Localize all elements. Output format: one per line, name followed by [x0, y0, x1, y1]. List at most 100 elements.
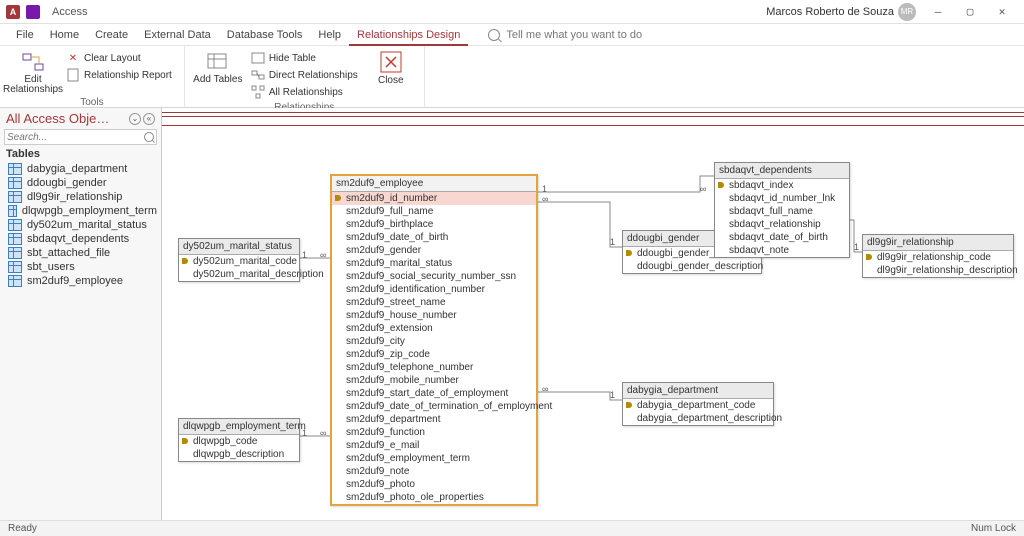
- field-pk[interactable]: dl9g9ir_relationship_code: [863, 251, 1013, 264]
- field[interactable]: sbdaqvt_note: [715, 244, 849, 257]
- menu-home[interactable]: Home: [42, 24, 87, 46]
- table-icon: [8, 261, 22, 273]
- add-tables-button[interactable]: Add Tables: [191, 48, 245, 87]
- field[interactable]: sm2duf9_date_of_birth: [332, 231, 536, 244]
- field[interactable]: dl9g9ir_relationship_description: [863, 264, 1013, 277]
- all-relationships-button[interactable]: All Relationships: [249, 84, 360, 100]
- nav-table-item[interactable]: dl9g9ir_relationship: [0, 190, 161, 204]
- menu-database-tools[interactable]: Database Tools: [219, 24, 311, 46]
- field-pk[interactable]: sbdaqvt_index: [715, 179, 849, 192]
- table-dependents[interactable]: sbdaqvt_dependents sbdaqvt_index sbdaqvt…: [714, 162, 850, 258]
- table-icon: [8, 233, 22, 245]
- field[interactable]: sm2duf9_full_name: [332, 205, 536, 218]
- nav-table-item[interactable]: dy502um_marital_status: [0, 218, 161, 232]
- menu-file[interactable]: File: [8, 24, 42, 46]
- nav-search-icon: [144, 132, 154, 142]
- table-icon: [8, 275, 22, 287]
- field[interactable]: sm2duf9_gender: [332, 244, 536, 257]
- field[interactable]: sm2duf9_start_date_of_employment: [332, 387, 536, 400]
- nav-collapse-icon[interactable]: «: [143, 113, 155, 125]
- table-title[interactable]: dabygia_department: [623, 383, 773, 399]
- field[interactable]: ddougbi_gender_description: [623, 260, 761, 273]
- nav-header[interactable]: All Access Obje… ⌄ «: [0, 108, 161, 128]
- field[interactable]: sbdaqvt_full_name: [715, 205, 849, 218]
- field[interactable]: dy502um_marital_description: [179, 268, 299, 281]
- tell-me-search[interactable]: Tell me what you want to do: [488, 29, 642, 41]
- relationships-canvas[interactable]: 1 ∞ 1 ∞ 1 ∞ ∞ 1 ∞ 1 ∞ 1 dy502um_marital_…: [162, 108, 1024, 520]
- field[interactable]: sm2duf9_marital_status: [332, 257, 536, 270]
- field-pk[interactable]: sm2duf9_id_number: [332, 192, 536, 205]
- field[interactable]: sm2duf9_note: [332, 465, 536, 478]
- rel-cardinality: ∞: [542, 194, 548, 204]
- statusbar: Ready Num Lock: [0, 520, 1024, 536]
- user-name[interactable]: Marcos Roberto de Souza: [766, 6, 894, 18]
- field[interactable]: sbdaqvt_relationship: [715, 218, 849, 231]
- table-title[interactable]: dy502um_marital_status: [179, 239, 299, 255]
- nav-table-item[interactable]: dlqwpgb_employment_term: [0, 204, 161, 218]
- field[interactable]: sm2duf9_employment_term: [332, 452, 536, 465]
- field[interactable]: sm2duf9_telephone_number: [332, 361, 536, 374]
- hide-table-button[interactable]: Hide Table: [249, 50, 360, 66]
- nav-title: All Access Obje…: [6, 111, 129, 126]
- field[interactable]: sbdaqvt_id_number_lnk: [715, 192, 849, 205]
- edit-relationships-label: Edit Relationships: [3, 75, 63, 95]
- field[interactable]: dlqwpgb_description: [179, 448, 299, 461]
- rel-cardinality: 1: [542, 184, 547, 194]
- nav-table-item[interactable]: sbdaqvt_dependents: [0, 232, 161, 246]
- field[interactable]: sm2duf9_zip_code: [332, 348, 536, 361]
- field-pk[interactable]: dlqwpgb_code: [179, 435, 299, 448]
- maximize-button[interactable]: ▢: [954, 0, 986, 24]
- clear-layout-button[interactable]: ✕Clear Layout: [64, 50, 174, 66]
- table-employee[interactable]: sm2duf9_employee sm2duf9_id_number sm2du…: [330, 174, 538, 506]
- table-title[interactable]: sm2duf9_employee: [332, 176, 536, 192]
- field-pk[interactable]: dy502um_marital_code: [179, 255, 299, 268]
- field[interactable]: sm2duf9_mobile_number: [332, 374, 536, 387]
- table-employment-term[interactable]: dlqwpgb_employment_term dlqwpgb_code dlq…: [178, 418, 300, 462]
- save-icon[interactable]: [26, 5, 40, 19]
- field[interactable]: sm2duf9_street_name: [332, 296, 536, 309]
- table-icon: [8, 205, 17, 217]
- field[interactable]: sm2duf9_photo_ole_properties: [332, 491, 536, 504]
- field[interactable]: sm2duf9_department: [332, 413, 536, 426]
- field[interactable]: sm2duf9_social_security_number_ssn: [332, 270, 536, 283]
- table-marital-status[interactable]: dy502um_marital_status dy502um_marital_c…: [178, 238, 300, 282]
- field[interactable]: sm2duf9_photo: [332, 478, 536, 491]
- field[interactable]: sm2duf9_city: [332, 335, 536, 348]
- field[interactable]: sbdaqvt_date_of_birth: [715, 231, 849, 244]
- minimize-button[interactable]: —: [922, 0, 954, 24]
- direct-relationships-button[interactable]: Direct Relationships: [249, 67, 360, 83]
- nav-section-tables[interactable]: Tables: [0, 146, 161, 162]
- menu-external-data[interactable]: External Data: [136, 24, 219, 46]
- relationship-report-button[interactable]: Relationship Report: [64, 67, 174, 83]
- table-department[interactable]: dabygia_department dabygia_department_co…: [622, 382, 774, 426]
- field[interactable]: sm2duf9_e_mail: [332, 439, 536, 452]
- field[interactable]: dabygia_department_description: [623, 412, 773, 425]
- menu-relationships-design[interactable]: Relationships Design: [349, 24, 468, 46]
- table-title[interactable]: dl9g9ir_relationship: [863, 235, 1013, 251]
- table-relationship[interactable]: dl9g9ir_relationship dl9g9ir_relationshi…: [862, 234, 1014, 278]
- nav-table-item[interactable]: sm2duf9_employee: [0, 274, 161, 288]
- table-title[interactable]: sbdaqvt_dependents: [715, 163, 849, 179]
- field[interactable]: sm2duf9_identification_number: [332, 283, 536, 296]
- field-pk[interactable]: dabygia_department_code: [623, 399, 773, 412]
- nav-search[interactable]: [4, 129, 157, 145]
- nav-table-item[interactable]: ddougbi_gender: [0, 176, 161, 190]
- menu-create[interactable]: Create: [87, 24, 136, 46]
- menu-help[interactable]: Help: [310, 24, 349, 46]
- nav-table-item[interactable]: dabygia_department: [0, 162, 161, 176]
- field[interactable]: sm2duf9_date_of_termination_of_employmen…: [332, 400, 536, 413]
- nav-table-item[interactable]: sbt_attached_file: [0, 246, 161, 260]
- close-button[interactable]: Close: [364, 48, 418, 88]
- field[interactable]: sm2duf9_extension: [332, 322, 536, 335]
- nav-search-input[interactable]: [7, 132, 144, 143]
- rel-cardinality: ∞: [320, 250, 326, 260]
- field[interactable]: sm2duf9_birthplace: [332, 218, 536, 231]
- close-window-button[interactable]: ✕: [986, 0, 1018, 24]
- field[interactable]: sm2duf9_house_number: [332, 309, 536, 322]
- avatar[interactable]: MR: [898, 3, 916, 21]
- edit-relationships-button[interactable]: Edit Relationships: [6, 48, 60, 97]
- table-title[interactable]: dlqwpgb_employment_term: [179, 419, 299, 435]
- nav-dropdown-icon[interactable]: ⌄: [129, 113, 141, 125]
- nav-table-item[interactable]: sbt_users: [0, 260, 161, 274]
- field[interactable]: sm2duf9_function: [332, 426, 536, 439]
